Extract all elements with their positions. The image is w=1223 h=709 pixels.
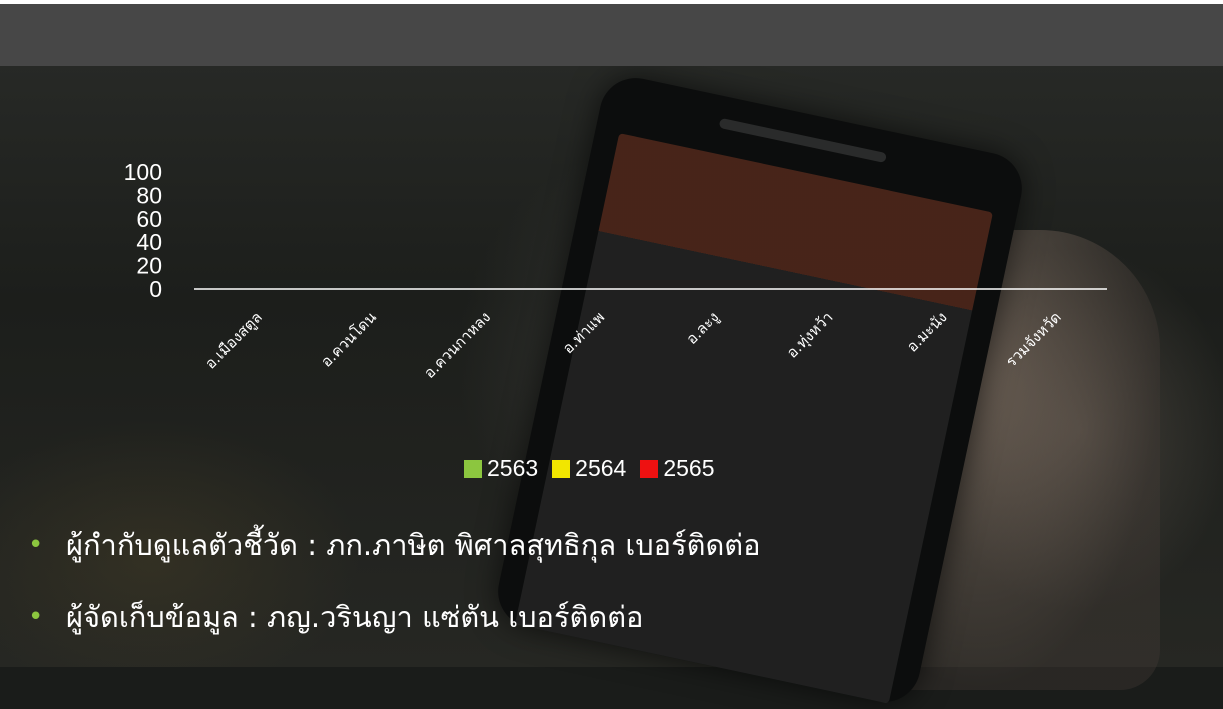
- x-category-label: อ.ท่าแพ: [559, 308, 608, 357]
- legend-item: 2565: [640, 455, 715, 482]
- x-axis-categories: อ.เมืองสตูล อ.ควนโดน อ.ควนกาหลง อ.ท่าแพ อ.ละ…: [201, 308, 1064, 382]
- legend-item: 2563: [464, 455, 538, 482]
- chart-legend: 2563 2564 2565: [464, 455, 715, 482]
- bullet-item: • ผู้จัดเก็บข้อมูล : ภญ.วรินญา แซ่ตัน เบ…: [28, 592, 761, 642]
- legend-label: 2565: [663, 455, 715, 481]
- legend-swatch: [640, 459, 659, 478]
- x-category-label: อ.ทุ่งหว้า: [783, 308, 837, 362]
- bullet-dot-icon: •: [28, 530, 44, 560]
- x-category-label: อ.ควนโดน: [317, 308, 380, 371]
- bullet-item: • ผู้กำกับดูแลตัวชี้วัด : ภก.ภาษิต พิศาล…: [28, 520, 761, 570]
- legend-label: 2564: [575, 455, 627, 481]
- x-category-label: อ.เมืองสตูล: [201, 308, 266, 373]
- y-tick-label: 0: [149, 276, 162, 302]
- x-category-label: อ.มะนัง: [903, 308, 951, 356]
- bullet-text: ผู้จัดเก็บข้อมูล : ภญ.วรินญา แซ่ตัน เบอร…: [66, 600, 644, 634]
- bullet-dot-icon: •: [28, 602, 44, 632]
- y-axis-ticks: 020406080100: [124, 159, 162, 302]
- x-category-label: อ.ควนกาหลง: [420, 308, 494, 382]
- y-tick-label: 60: [136, 206, 162, 232]
- bullet-text: ผู้กำกับดูแลตัวชี้วัด : ภก.ภาษิต พิศาลสุ…: [66, 528, 761, 562]
- y-tick-label: 100: [124, 159, 162, 185]
- x-category-label: รวมจังหวัด: [1002, 308, 1065, 371]
- legend-swatch: [552, 459, 571, 478]
- y-tick-label: 40: [136, 229, 162, 255]
- x-category-label: อ.ละงู: [683, 308, 723, 348]
- legend-swatch: [464, 459, 482, 478]
- y-tick-label: 20: [136, 253, 162, 279]
- bullet-list: • ผู้กำกับดูแลตัวชี้วัด : ภก.ภาษิต พิศาล…: [28, 520, 761, 664]
- y-tick-label: 80: [136, 182, 162, 208]
- legend-item: 2564: [552, 455, 626, 482]
- legend-label: 2563: [487, 455, 539, 481]
